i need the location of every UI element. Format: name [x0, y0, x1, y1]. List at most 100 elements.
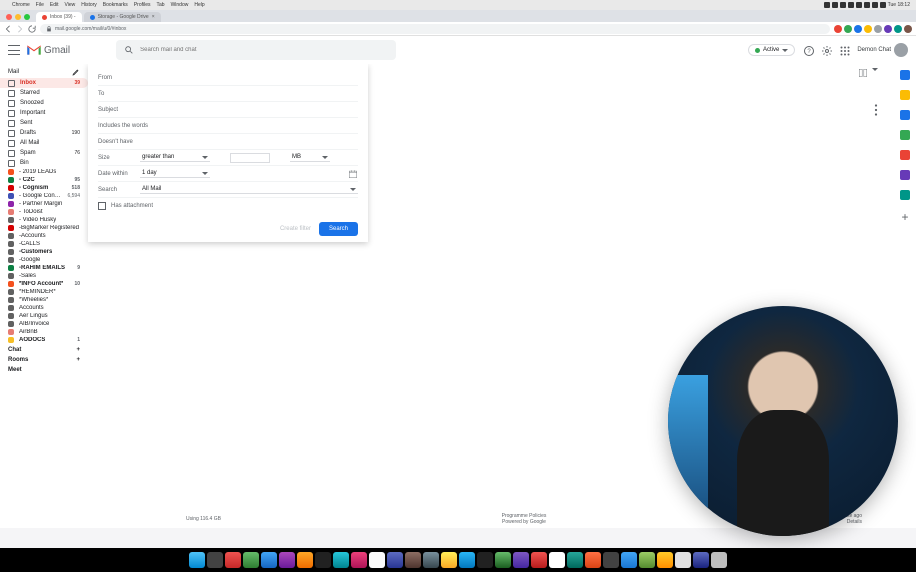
has-attachment-checkbox[interactable]: [98, 202, 106, 210]
sidebar-item-sent[interactable]: Sent: [0, 118, 88, 128]
extension-icon[interactable]: [894, 25, 902, 33]
dock-icon[interactable]: [297, 552, 313, 568]
label-item[interactable]: *INFO Account*10: [0, 280, 88, 288]
label-item[interactable]: -Accounts: [0, 232, 88, 240]
search-bar[interactable]: [116, 40, 396, 60]
dock-icon[interactable]: [585, 552, 601, 568]
compose-icon[interactable]: [72, 68, 80, 76]
close-tab-icon[interactable]: ×: [152, 14, 155, 20]
extension-icon[interactable]: [834, 25, 842, 33]
reload-button[interactable]: [28, 25, 36, 33]
label-item[interactable]: - 2019 LEADs: [0, 168, 88, 176]
label-item[interactable]: - Partner Margin: [0, 200, 88, 208]
sidebar-item-important[interactable]: Important: [0, 108, 88, 118]
account-switcher[interactable]: Demon Chat: [857, 43, 908, 57]
calendar-addon-icon[interactable]: [900, 70, 910, 80]
sidebar-item-drafts[interactable]: Drafts190: [0, 128, 88, 138]
menu-tab[interactable]: Tab: [157, 2, 165, 8]
calendar-icon[interactable]: [348, 169, 358, 179]
includes-field[interactable]: [168, 120, 358, 132]
sidebar-item-starred[interactable]: Starred: [0, 88, 88, 98]
dock-icon[interactable]: [387, 552, 403, 568]
dock-icon[interactable]: [261, 552, 277, 568]
label-item[interactable]: -CALLS: [0, 240, 88, 248]
label-item[interactable]: -RAHIM EMAILS9: [0, 264, 88, 272]
from-field[interactable]: [140, 72, 358, 84]
menu-chrome[interactable]: Chrome: [12, 2, 30, 8]
contacts-addon-icon[interactable]: [900, 130, 910, 140]
label-item[interactable]: - Video Husky: [0, 216, 88, 224]
dock-icon[interactable]: [279, 552, 295, 568]
status-icon[interactable]: [856, 2, 862, 8]
extension-icon[interactable]: [884, 25, 892, 33]
menu-view[interactable]: View: [64, 2, 75, 8]
dock-icon[interactable]: [207, 552, 223, 568]
doesnt-have-field[interactable]: [158, 136, 358, 148]
status-icon[interactable]: [864, 2, 870, 8]
forward-button[interactable]: [16, 25, 24, 33]
menu-bookmarks[interactable]: Bookmarks: [103, 2, 128, 8]
label-item[interactable]: - C2C95: [0, 176, 88, 184]
profile-avatar-icon[interactable]: [904, 25, 912, 33]
dock-icon[interactable]: [459, 552, 475, 568]
plus-icon[interactable]: +: [76, 347, 80, 353]
browser-tab-gmail[interactable]: Inbox (39) -: [36, 12, 82, 22]
dock-icon[interactable]: [495, 552, 511, 568]
status-icon[interactable]: [832, 2, 838, 8]
menu-window[interactable]: Window: [171, 2, 189, 8]
size-value-field[interactable]: [230, 153, 270, 163]
menu-help[interactable]: Help: [194, 2, 204, 8]
label-item[interactable]: -Customers: [0, 248, 88, 256]
menu-edit[interactable]: Edit: [50, 2, 59, 8]
subject-field[interactable]: [140, 104, 358, 116]
label-item[interactable]: *REMINDER*: [0, 288, 88, 296]
dock-icon[interactable]: [243, 552, 259, 568]
dock-icon[interactable]: [513, 552, 529, 568]
dock-icon[interactable]: [369, 552, 385, 568]
size-operator-select[interactable]: greater than: [140, 153, 210, 162]
view-toggle-icon[interactable]: [858, 68, 868, 78]
dock-icon[interactable]: [333, 552, 349, 568]
clock[interactable]: Tue 18:12: [888, 2, 910, 8]
search-input[interactable]: [140, 44, 388, 56]
dock-icon[interactable]: [621, 552, 637, 568]
label-item[interactable]: AirBnB: [0, 328, 88, 336]
status-icon[interactable]: [840, 2, 846, 8]
chevron-down-icon[interactable]: [872, 68, 878, 71]
label-item[interactable]: Accounts: [0, 304, 88, 312]
dock-icon[interactable]: [225, 552, 241, 568]
back-button[interactable]: [4, 25, 12, 33]
search-button[interactable]: Search: [319, 222, 358, 236]
label-item[interactable]: - ToDoist: [0, 208, 88, 216]
date-range-select[interactable]: 1 day: [140, 169, 210, 178]
extension-icon[interactable]: [844, 25, 852, 33]
dock-icon[interactable]: [693, 552, 709, 568]
sidebar-item-inbox[interactable]: Inbox39: [0, 78, 88, 88]
status-icon[interactable]: [848, 2, 854, 8]
extension-icon[interactable]: [864, 25, 872, 33]
label-item[interactable]: -Google: [0, 256, 88, 264]
dock-icon[interactable]: [675, 552, 691, 568]
close-window-icon[interactable]: [6, 14, 12, 20]
status-selector[interactable]: Active: [748, 44, 795, 56]
minimize-window-icon[interactable]: [15, 14, 21, 20]
dock-icon[interactable]: [567, 552, 583, 568]
to-field[interactable]: [140, 88, 358, 100]
dock-icon[interactable]: [549, 552, 565, 568]
size-unit-select[interactable]: MB: [290, 153, 330, 162]
trash-dock-icon[interactable]: [711, 552, 727, 568]
sidebar-item-all-mail[interactable]: All Mail: [0, 138, 88, 148]
label-item[interactable]: AODOCS1: [0, 336, 88, 344]
menu-history[interactable]: History: [81, 2, 97, 8]
browser-tab-drive[interactable]: Storage - Google Drive ×: [84, 12, 161, 22]
label-item[interactable]: AIB/Invoice: [0, 320, 88, 328]
address-bar[interactable]: mail.google.com/mail/u/0/#inbox: [40, 24, 830, 34]
status-icon[interactable]: [824, 2, 830, 8]
more-icon[interactable]: [874, 104, 878, 116]
dock-icon[interactable]: [477, 552, 493, 568]
extension-icon[interactable]: [854, 25, 862, 33]
dock-icon[interactable]: [603, 552, 619, 568]
addon-icon[interactable]: [900, 170, 910, 180]
extension-icon[interactable]: [874, 25, 882, 33]
status-icon[interactable]: [880, 2, 886, 8]
